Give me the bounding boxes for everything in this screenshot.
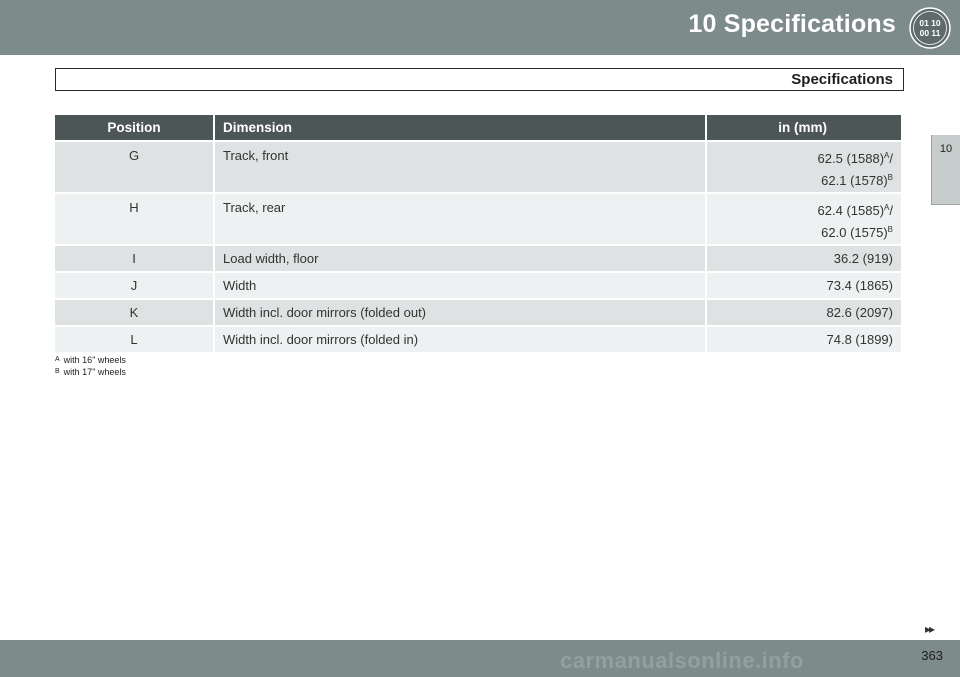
footnote-b: Bwith 17" wheels <box>55 366 126 378</box>
value-text: 73.4 (1865) <box>826 278 894 293</box>
value-separator: / <box>889 151 893 166</box>
cell-position: J <box>55 273 213 300</box>
table-row: I Load width, floor 36.2 (919) <box>55 246 901 273</box>
section-title: Specifications <box>791 71 893 88</box>
cell-position: G <box>55 142 213 194</box>
value-text: 62.5 (1588) <box>817 151 885 166</box>
table-row: J Width 73.4 (1865) <box>55 273 901 300</box>
cell-position: L <box>55 327 213 354</box>
value-text: 62.4 (1585) <box>817 203 885 218</box>
table-row: H Track, rear 62.4 (1585)A/62.0 (1575)B <box>55 194 901 246</box>
cell-dimension: Load width, floor <box>215 246 705 273</box>
table-row: K Width incl. door mirrors (folded out) 82… <box>55 300 901 327</box>
footnote-a: Awith 16" wheels <box>55 354 126 366</box>
value-text: 62.1 (1578) <box>821 173 888 188</box>
table-row: G Track, front 62.5 (1588)A/62.1 (1578)B <box>55 142 901 194</box>
dimensions-table: Position Dimension in (mm) G Track, front… <box>53 115 903 354</box>
watermark-text: carmanualsonline.info <box>560 648 804 673</box>
footnote-text: with 16" wheels <box>63 355 126 365</box>
header-value: in (mm) <box>707 115 901 142</box>
value-line: 73.4 (1865) <box>827 278 894 293</box>
cell-dimension: Track, rear <box>215 194 705 246</box>
cell-value: 62.5 (1588)A/62.1 (1578)B <box>707 142 901 194</box>
value-text: 74.8 (1899) <box>826 332 894 347</box>
value-line: 62.0 (1575)B <box>715 222 893 244</box>
value-line: 74.8 (1899) <box>827 332 894 347</box>
value-line: 62.5 (1588)A/ <box>715 148 893 170</box>
spec-dial-icon: 01 10 00 11 <box>909 7 951 49</box>
footnote-mark: B <box>55 368 60 375</box>
value-text: 62.0 (1575) <box>821 225 888 240</box>
cell-value: 74.8 (1899) <box>707 327 901 354</box>
cell-value: 36.2 (919) <box>707 246 901 273</box>
continue-arrows-icon: ▸▸ <box>925 622 935 636</box>
cell-dimension: Width incl. door mirrors (folded out) <box>215 300 705 327</box>
cell-position: I <box>55 246 213 273</box>
value-line: 62.4 (1585)A/ <box>715 200 893 222</box>
value-separator: / <box>889 203 893 218</box>
footnote-text: with 17" wheels <box>63 367 126 377</box>
side-tab-label: 10 <box>939 143 953 155</box>
cell-dimension: Track, front <box>215 142 705 194</box>
cell-value: 62.4 (1585)A/62.0 (1575)B <box>707 194 901 246</box>
value-line: 62.1 (1578)B <box>715 170 893 192</box>
footnote-ref: B <box>887 173 893 182</box>
cell-dimension: Width incl. door mirrors (folded in) <box>215 327 705 354</box>
chapter-title: 10 Specifications <box>688 10 896 38</box>
value-line: 36.2 (919) <box>834 251 893 266</box>
header-position: Position <box>55 115 213 142</box>
cell-position: H <box>55 194 213 246</box>
value-text: 36.2 (919) <box>833 251 893 266</box>
table-header-row: Position Dimension in (mm) <box>55 115 901 142</box>
svg-text:00 11: 00 11 <box>920 28 941 38</box>
chapter-side-tab[interactable]: 10 <box>931 135 960 205</box>
cell-position: K <box>55 300 213 327</box>
cell-value: 73.4 (1865) <box>707 273 901 300</box>
footnotes: Awith 16" wheels Bwith 17" wheels <box>55 354 126 378</box>
footnote-ref: B <box>887 225 893 234</box>
section-header-box: Specifications <box>55 68 904 91</box>
header-dimension: Dimension <box>215 115 705 142</box>
cell-value: 82.6 (2097) <box>707 300 901 327</box>
value-line: 82.6 (2097) <box>827 305 894 320</box>
table-row: L Width incl. door mirrors (folded in) 74.… <box>55 327 901 354</box>
value-text: 82.6 (2097) <box>826 305 894 320</box>
cell-dimension: Width <box>215 273 705 300</box>
svg-text:01 10: 01 10 <box>919 18 941 28</box>
footer-bar <box>0 640 960 677</box>
table-body: G Track, front 62.5 (1588)A/62.1 (1578)B H T… <box>55 142 901 354</box>
footnote-mark: A <box>55 356 60 363</box>
page-number: 363 <box>921 648 943 663</box>
